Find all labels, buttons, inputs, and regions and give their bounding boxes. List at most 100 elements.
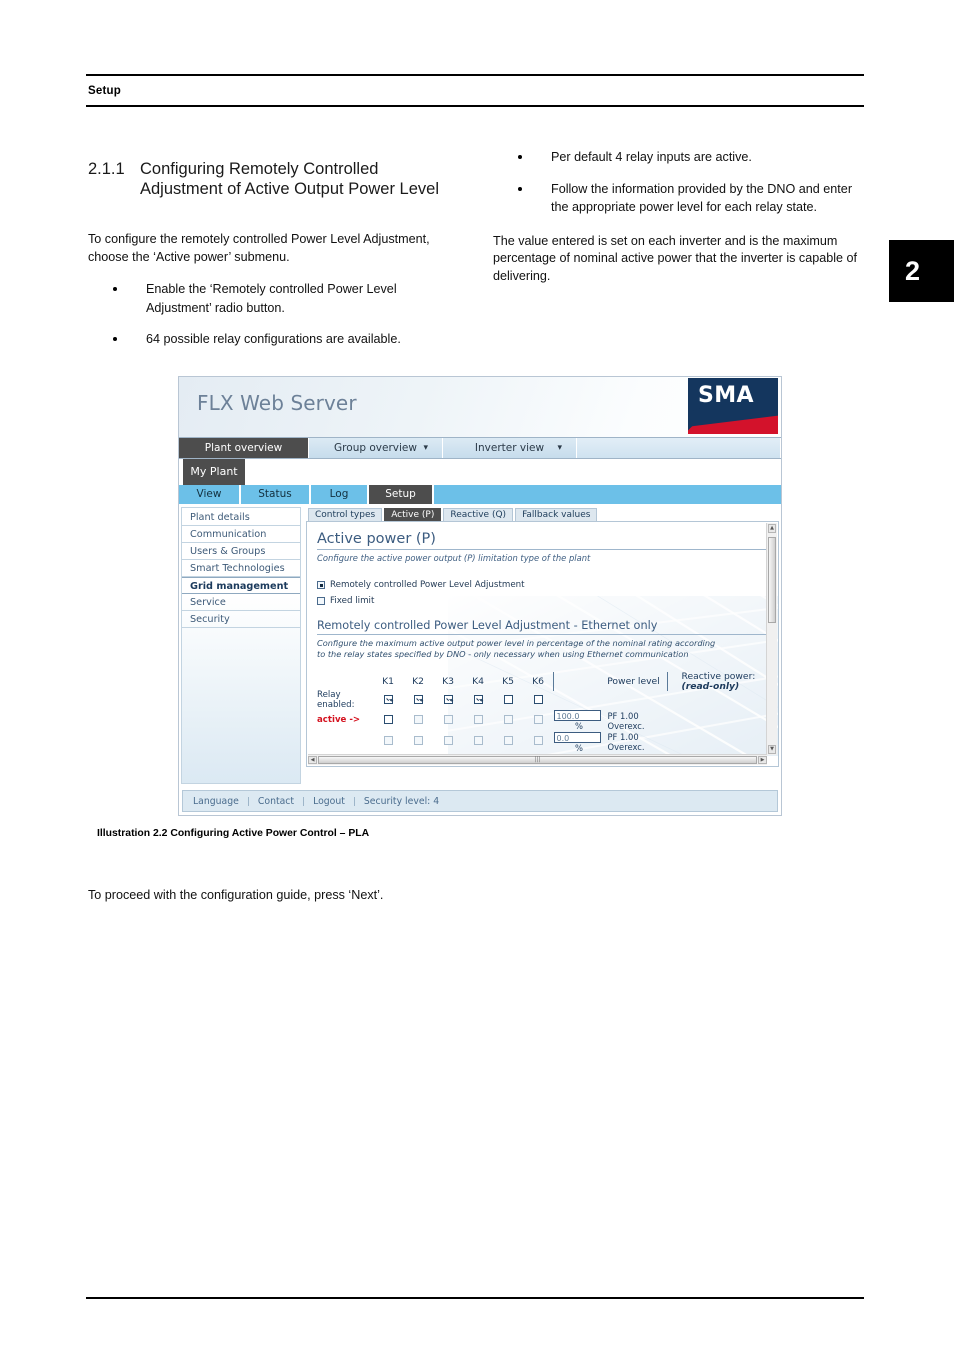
state-row-1-k6-cell xyxy=(523,710,554,732)
tab-reactive-q[interactable]: Reactive (Q) xyxy=(443,508,514,521)
trailing-paragraph: To proceed with the configuration guide,… xyxy=(88,888,384,902)
left-bullet-list: Enable the ‘Remotely controlled Power Le… xyxy=(88,280,460,349)
checkbox-state-2-k5[interactable] xyxy=(503,736,513,746)
row-label-active-arrow: active -> xyxy=(317,715,361,725)
nav-item-plant-overview[interactable]: Plant overview xyxy=(179,438,309,458)
sub-navigation: View Status Log Setup xyxy=(179,485,781,504)
option-fixed-limit-label: Fixed limit xyxy=(330,596,375,606)
checkbox-state-2-k2[interactable] xyxy=(413,736,423,746)
checkbox-relay-enabled-k2[interactable] xyxy=(413,694,423,704)
flx-web-server-screenshot: FLX Web Server SMA Plant overview Group … xyxy=(178,376,782,816)
relay-enabled-reactive-cell xyxy=(601,691,668,710)
state-row-1-k1-cell xyxy=(373,710,403,732)
header-power-level: Power level xyxy=(607,676,660,687)
state-row-2-power-level-cell: 0.0% xyxy=(553,731,601,754)
sidebar-item-plant-details[interactable]: Plant details xyxy=(182,509,300,526)
radio-selected-icon[interactable] xyxy=(317,581,325,589)
checkbox-state-1-k1[interactable] xyxy=(383,714,393,724)
checkbox-relay-enabled-k3[interactable] xyxy=(443,694,453,704)
header-k2: K2 xyxy=(412,676,424,687)
sidebar-item-grid-management[interactable]: Grid management xyxy=(182,577,300,594)
tab-setup[interactable]: Setup xyxy=(369,485,434,504)
option-fixed-limit[interactable]: Fixed limit xyxy=(317,596,768,606)
checkbox-state-2-k6[interactable] xyxy=(533,736,543,746)
panel-section-text: Configure the maximum active output powe… xyxy=(317,638,716,659)
running-head: Setup xyxy=(88,85,121,97)
unit-percent-1: % xyxy=(575,721,583,731)
section-title: Configuring Remotely Controlled Adjustme… xyxy=(140,160,439,199)
state-row-1-k2-cell xyxy=(403,710,433,732)
tab-status[interactable]: Status xyxy=(241,485,311,504)
sidebar-item-service[interactable]: Service xyxy=(182,594,300,611)
sub-nav-filler xyxy=(434,485,781,504)
state-row-2-k2-cell xyxy=(403,732,433,754)
web-app-body: Plant details Communication Users & Grou… xyxy=(179,504,781,784)
list-item: Enable the ‘Remotely controlled Power Le… xyxy=(88,280,460,317)
sidebar: Plant details Communication Users & Grou… xyxy=(181,507,301,784)
scroll-right-arrow-icon[interactable]: ▶ xyxy=(758,756,767,764)
horizontal-scrollbar-thumb[interactable]: ||| xyxy=(318,756,757,764)
sidebar-item-users-groups[interactable]: Users & Groups xyxy=(182,543,300,560)
checkbox-state-1-k4[interactable] xyxy=(473,714,483,724)
vertical-scrollbar-thumb[interactable] xyxy=(768,537,776,623)
relay-enabled-k5-cell xyxy=(493,691,523,710)
checkbox-state-1-k2[interactable] xyxy=(413,714,423,724)
checkbox-relay-enabled-k6[interactable] xyxy=(533,694,543,704)
checkbox-state-2-k3[interactable] xyxy=(443,736,453,746)
content-tabstrip: Control types Active (P) Reactive (Q) Fa… xyxy=(306,507,779,521)
checkbox-state-2-k4[interactable] xyxy=(473,736,483,746)
tab-log[interactable]: Log xyxy=(311,485,369,504)
checkbox-relay-enabled-k5[interactable] xyxy=(503,694,513,704)
checkbox-state-2-k1[interactable] xyxy=(383,736,393,746)
vertical-scrollbar[interactable]: ▲ ▼ xyxy=(766,523,777,755)
nav-item-group-overview[interactable]: Group overview ▾ xyxy=(309,438,443,458)
tab-control-types[interactable]: Control types xyxy=(308,508,383,521)
row-label-relay-enabled-line1: Relay xyxy=(317,690,341,700)
checkbox-state-1-k5[interactable] xyxy=(503,714,513,724)
list-item: Per default 4 relay inputs are active. xyxy=(493,148,865,167)
header-reactive-power: Reactive power: (read-only) xyxy=(675,672,756,691)
nav-item-inverter-view[interactable]: Inverter view ▾ xyxy=(443,438,577,458)
sidebar-item-communication[interactable]: Communication xyxy=(182,526,300,543)
checkbox-state-1-k3[interactable] xyxy=(443,714,453,724)
tab-my-plant[interactable]: My Plant xyxy=(183,459,245,485)
footer-link-language[interactable]: Language xyxy=(193,796,248,807)
sma-logo: SMA xyxy=(688,378,778,434)
page-head-rule xyxy=(86,105,864,107)
list-item: 64 possible relay configurations are ava… xyxy=(88,330,460,349)
nav-item-group-overview-label: Group overview xyxy=(334,442,417,454)
checkbox-relay-enabled-k1[interactable] xyxy=(383,694,393,704)
checkbox-state-1-k6[interactable] xyxy=(533,714,543,724)
tab-fallback-values[interactable]: Fallback values xyxy=(515,508,598,521)
input-power-level-2[interactable]: 0.0 xyxy=(553,731,601,743)
sidebar-item-security[interactable]: Security xyxy=(182,611,300,628)
tab-view[interactable]: View xyxy=(179,485,241,504)
footer-link-contact[interactable]: Contact xyxy=(249,796,303,807)
column-divider-2 xyxy=(666,672,675,691)
scroll-left-arrow-icon[interactable]: ◀ xyxy=(308,756,317,764)
chevron-down-icon: ▾ xyxy=(557,443,562,453)
tab-active-p[interactable]: Active (P) xyxy=(384,508,442,521)
header-k3: K3 xyxy=(442,676,454,687)
content-pane: Control types Active (P) Reactive (Q) Fa… xyxy=(306,507,779,784)
sidebar-item-smart-technologies[interactable]: Smart Technologies xyxy=(182,560,300,577)
left-intro-paragraph: To configure the remotely controlled Pow… xyxy=(88,232,430,264)
scroll-up-arrow-icon[interactable]: ▲ xyxy=(768,524,776,533)
chapter-marker: 2 xyxy=(889,240,954,302)
scroll-down-arrow-icon[interactable]: ▼ xyxy=(768,745,776,754)
web-app-header: FLX Web Server SMA xyxy=(179,377,781,437)
input-power-level-1[interactable]: 100.0 xyxy=(553,710,601,721)
footer-link-logout[interactable]: Logout xyxy=(304,796,354,807)
horizontal-scrollbar[interactable]: ◀ ||| ▶ xyxy=(308,754,767,765)
radio-unselected-icon[interactable] xyxy=(317,597,325,605)
relay-enabled-k4-cell xyxy=(463,691,493,710)
state-row-1-k3-cell xyxy=(433,710,463,732)
header-reactive-power-line2: (read-only) xyxy=(681,680,740,692)
footer-security-level: Security level: 4 xyxy=(363,795,440,807)
row-label-relay-enabled-line2: enabled: xyxy=(317,699,355,710)
state-row-1-power-level-cell: 100.0% xyxy=(553,710,601,732)
checkbox-relay-enabled-k4[interactable] xyxy=(473,694,483,704)
right-bullet-list: Per default 4 relay inputs are active. F… xyxy=(493,148,865,217)
option-remotely-controlled[interactable]: Remotely controlled Power Level Adjustme… xyxy=(317,580,768,590)
state-row-1-k5-cell xyxy=(493,710,523,732)
